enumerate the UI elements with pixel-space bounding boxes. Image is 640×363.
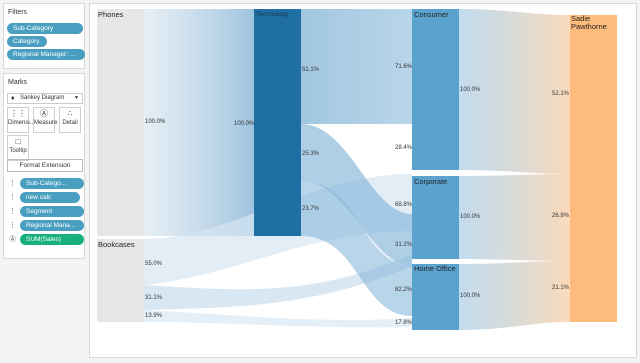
node-home-office[interactable] [412,264,459,330]
label-home-office-in-2: 17.8% [395,320,413,326]
measure-icon: Ⓐ [40,109,48,118]
label-consumer-in-2: 28.4% [395,145,413,151]
detail-label: Detail [62,120,78,126]
tooltip-icon: □ [15,137,21,146]
node-label-home-office: Home Office [414,264,456,273]
dimensions-icon: ⋮⋮ [10,109,26,118]
marks-title: Marks [8,79,28,86]
dimensions-field-icon: ⋮ [9,194,16,201]
node-label-corporate: Corporate [414,177,448,186]
field-pill-sum-sales[interactable]: SUM(Sales) [20,234,84,245]
dimensions-button[interactable]: ⋮⋮ Dimensi... [7,107,35,133]
sankey-icon: ♦ [11,95,15,102]
mark-type-dropdown[interactable]: ♦ Sankey Diagram ▼ [7,93,83,104]
flow-bookcases-homeoffice[interactable] [144,310,412,328]
label-bookcases-out-1: 55.0% [145,261,163,267]
field-pill-segment[interactable]: Segment [20,206,84,217]
chevron-down-icon: ▼ [74,95,79,101]
label-bookcases-out-3: 13.9% [145,313,163,319]
label-corporate-in-1: 68.8% [395,202,413,208]
label-manager-in-1: 52.1% [552,91,570,97]
label-technology-in-pct: 100.0% [234,121,255,127]
node-label-sadie-pawthorne: Sadie Pawthorne [571,14,607,31]
label-consumer-out: 100.0% [460,87,481,93]
label-corporate-out: 100.0% [460,214,481,220]
viz-area: Phones Bookcases Technology Consumer Cor… [89,3,637,358]
detail-icon: ∴ [67,109,73,118]
format-extension-button[interactable]: Format Extension [7,159,83,172]
measure-label: Measure [34,120,58,126]
label-technology-out-1: 51.1% [302,67,320,73]
node-corporate[interactable] [412,176,459,259]
detail-button[interactable]: ∴ Detail [59,107,81,133]
node-sadie-pawthorne[interactable] [570,15,617,322]
field-pill-regional-manager[interactable]: Regional Mana... [20,220,84,231]
filter-pill-category[interactable]: Category [7,36,47,47]
node-label-technology: Technology [256,11,289,18]
filter-pill-sub-category[interactable]: Sub-Category [7,23,83,34]
mark-type-label: Sankey Diagram [20,95,65,101]
measure-field-icon: Ⓐ [9,236,16,243]
node-phones[interactable] [97,9,144,236]
filter-pill-regional-manager[interactable]: Regional Manager: S... [7,49,85,60]
tooltip-label: Tooltip [9,148,27,154]
tooltip-button[interactable]: □ Tooltip [7,135,29,161]
label-phones-pct: 100.0% [145,119,166,125]
marks-card: Marks ♦ Sankey Diagram ▼ ⋮⋮ Dimensi... Ⓐ… [3,73,85,259]
node-label-consumer: Consumer [414,10,449,19]
dimensions-field-icon: ⋮ [9,222,16,229]
label-corporate-in-2: 31.2% [395,242,413,248]
field-pill-sub-category[interactable]: Sub-Catego... [20,178,84,189]
label-manager-in-2: 26.8% [552,213,570,219]
node-label-bookcases: Bookcases [98,240,135,249]
field-pill-new-calc[interactable]: new calc [20,192,80,203]
filters-card: Filters Sub-Category Category Regional M… [3,3,85,69]
dimensions-field-icon: ⋮ [9,208,16,215]
label-consumer-in-1: 71.6% [395,64,413,70]
filters-title: Filters [8,9,28,16]
label-home-office-out: 100.0% [460,293,481,299]
measure-button[interactable]: Ⓐ Measure [33,107,58,133]
dimensions-label: Dimensi... [8,120,35,126]
dimensions-field-icon: ⋮ [9,180,16,187]
node-label-phones: Phones [98,10,124,19]
node-bookcases[interactable] [97,239,144,322]
node-consumer[interactable] [412,9,459,170]
label-technology-out-2: 25.3% [302,151,320,157]
sankey-diagram [97,9,617,330]
label-technology-out-3: 23.7% [302,206,320,212]
node-technology[interactable] [254,9,301,236]
label-manager-in-3: 21.1% [552,285,570,291]
label-bookcases-out-2: 31.1% [145,295,163,301]
label-home-office-in-1: 82.2% [395,287,413,293]
